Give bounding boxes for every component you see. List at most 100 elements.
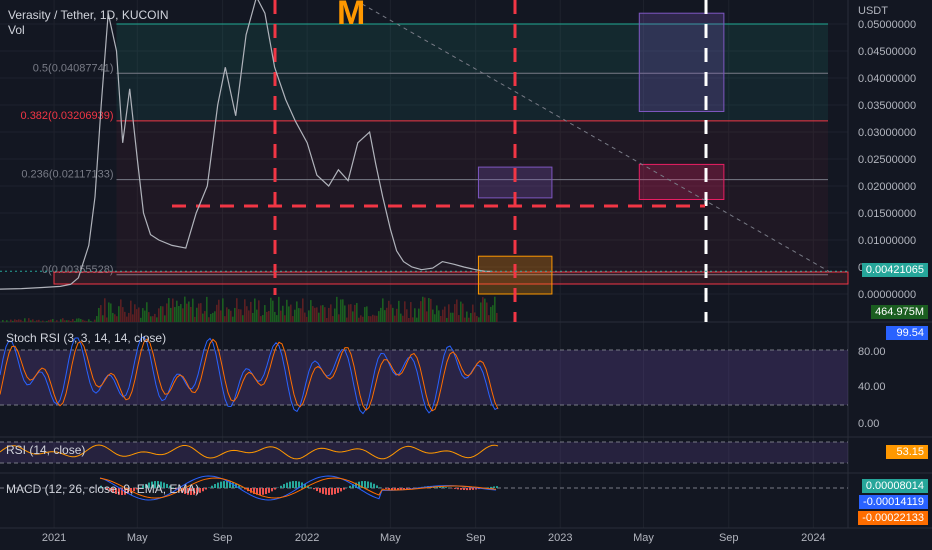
volume-bar bbox=[460, 301, 462, 322]
volume-bar bbox=[48, 320, 50, 322]
volume-bar bbox=[118, 306, 120, 322]
volume-bar bbox=[272, 300, 274, 322]
volume-bar bbox=[330, 304, 332, 322]
volume-bar bbox=[174, 307, 176, 322]
macd-histogram-bar bbox=[334, 488, 336, 495]
volume-bar bbox=[192, 298, 194, 322]
volume-bar bbox=[368, 316, 370, 322]
volume-bar bbox=[146, 302, 148, 322]
volume-bar bbox=[426, 311, 428, 322]
volume-bar bbox=[262, 315, 264, 322]
volume-bar bbox=[156, 317, 158, 322]
macd-histogram-bar bbox=[223, 481, 225, 488]
macd-histogram-bar bbox=[442, 486, 444, 488]
y-tick-label: 0.05000000 bbox=[858, 19, 916, 31]
macd-histogram-bar bbox=[370, 482, 372, 488]
volume-bar bbox=[232, 316, 234, 322]
volume-bar bbox=[66, 320, 68, 322]
volume-bar bbox=[114, 314, 116, 322]
volume-bar bbox=[314, 307, 316, 322]
volume-bars bbox=[2, 296, 498, 322]
volume-bar bbox=[244, 299, 246, 322]
volume-bar bbox=[270, 297, 272, 322]
volume-bar bbox=[182, 308, 184, 322]
volume-bar bbox=[102, 315, 104, 322]
volume-bar bbox=[214, 311, 216, 322]
volume-bar bbox=[108, 302, 110, 322]
volume-bar bbox=[230, 310, 232, 322]
volume-bar bbox=[234, 307, 236, 322]
volume-bar bbox=[20, 319, 22, 322]
stoch-rsi-label[interactable]: Stoch RSI (3, 3, 14, 14, close) bbox=[6, 331, 166, 345]
volume-bar bbox=[336, 296, 338, 322]
volume-bar bbox=[6, 320, 8, 322]
macd-badge-hist: 0.00008014 bbox=[861, 479, 928, 493]
macd-histogram-bar bbox=[388, 488, 390, 490]
volume-bar bbox=[120, 299, 122, 322]
volume-bar bbox=[40, 321, 42, 322]
volume-bar bbox=[54, 321, 56, 322]
y-tick-label: 0.00000000 bbox=[858, 289, 916, 301]
volume-bar bbox=[22, 321, 24, 322]
x-tick-label: May bbox=[633, 532, 654, 544]
volume-bar bbox=[62, 318, 64, 322]
x-tick-label: May bbox=[380, 532, 401, 544]
volume-bar bbox=[74, 320, 76, 322]
volume-bar bbox=[298, 308, 300, 322]
macd-histogram-bar bbox=[445, 487, 447, 488]
rsi-badge: 53.15 bbox=[886, 445, 928, 459]
volume-bar bbox=[202, 313, 204, 322]
macd-histogram-bar bbox=[460, 488, 462, 490]
macd-label[interactable]: MACD (12, 26, close, 9, EMA, EMA) bbox=[6, 482, 199, 496]
volume-bar bbox=[210, 313, 212, 322]
x-tick-label: May bbox=[127, 532, 148, 544]
macd-badge-macd: -0.00014119 bbox=[859, 495, 928, 509]
volume-bar bbox=[160, 306, 162, 322]
macd-histogram-bar bbox=[385, 488, 387, 489]
volume-bar bbox=[176, 300, 178, 322]
volume-bar bbox=[342, 299, 344, 322]
volume-bar bbox=[70, 320, 72, 322]
stoch-tick: 80.00 bbox=[858, 346, 886, 358]
volume-bar bbox=[294, 309, 296, 322]
macd-histogram-bar bbox=[205, 488, 207, 490]
volume-bar bbox=[260, 316, 262, 322]
volume-bar bbox=[380, 307, 382, 322]
volume-bar bbox=[420, 301, 422, 322]
volume-bar bbox=[320, 305, 322, 322]
stoch-tick: 40.00 bbox=[858, 381, 886, 393]
volume-bar bbox=[332, 316, 334, 322]
y-tick-label: 0.02500000 bbox=[858, 154, 916, 166]
volume-bar bbox=[28, 318, 30, 322]
macd-histogram-bar bbox=[262, 488, 264, 495]
volume-bar bbox=[496, 312, 498, 322]
volume-bar bbox=[86, 321, 88, 322]
y-tick-label: 0.04000000 bbox=[858, 73, 916, 85]
volume-bar bbox=[304, 312, 306, 322]
volume-bar bbox=[450, 312, 452, 322]
volume-bar bbox=[128, 312, 130, 322]
volume-bar bbox=[378, 311, 380, 322]
volume-bar bbox=[236, 298, 238, 322]
volume-bar bbox=[178, 306, 180, 322]
rsi-label[interactable]: RSI (14, close) bbox=[6, 443, 85, 457]
volume-bar bbox=[64, 320, 66, 322]
volume-bar bbox=[416, 317, 418, 322]
volume-bar bbox=[56, 320, 58, 322]
volume-bar bbox=[360, 315, 362, 322]
currency-label: USDT bbox=[858, 5, 888, 17]
macd-histogram-bar bbox=[286, 482, 288, 488]
macd-histogram-bar bbox=[379, 487, 381, 488]
rsi-band bbox=[0, 442, 848, 463]
volume-bar bbox=[388, 300, 390, 322]
trading-chart[interactable]: 0.05000000 0.04500000 0.04000000 0.03500000… bbox=[0, 0, 932, 550]
volume-bar bbox=[462, 303, 464, 322]
volume-bar bbox=[84, 320, 86, 322]
volume-bar bbox=[452, 312, 454, 322]
volume-bar bbox=[158, 308, 160, 322]
volume-bar bbox=[334, 308, 336, 322]
x-tick-label: 2021 bbox=[42, 532, 66, 544]
macd-histogram-bar bbox=[457, 488, 459, 490]
volume-bar bbox=[166, 303, 168, 322]
macd-histogram-bar bbox=[226, 481, 228, 488]
